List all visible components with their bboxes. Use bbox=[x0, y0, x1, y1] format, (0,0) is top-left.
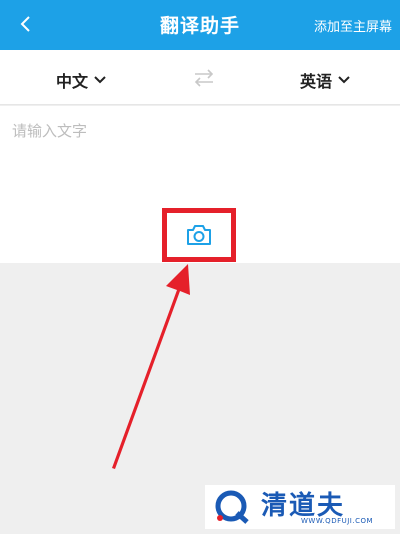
swap-arrows-icon bbox=[194, 69, 214, 87]
camera-icon bbox=[187, 225, 211, 245]
chevron-down-icon bbox=[338, 76, 350, 84]
text-input-area[interactable]: 请输入文字 bbox=[0, 106, 400, 263]
watermark-url: WWW.QDFUJI.COM bbox=[301, 517, 374, 525]
target-language-select[interactable]: 英语 bbox=[300, 68, 350, 92]
source-language-label: 中文 bbox=[56, 72, 89, 91]
app-header: 翻译助手 添加至主屏幕 bbox=[0, 0, 400, 50]
camera-button[interactable] bbox=[162, 208, 236, 262]
text-input-placeholder: 请输入文字 bbox=[12, 122, 88, 140]
watermark-logo-icon bbox=[215, 490, 249, 524]
language-bar: 中文 英语 bbox=[0, 50, 400, 105]
chevron-down-icon bbox=[94, 76, 106, 84]
target-language-label: 英语 bbox=[300, 72, 333, 91]
source-language-select[interactable]: 中文 bbox=[56, 68, 106, 92]
add-to-home-screen-button[interactable]: 添加至主屏幕 bbox=[314, 16, 392, 35]
watermark: 清道夫 WWW.QDFUJI.COM bbox=[205, 485, 395, 529]
swap-languages-button[interactable] bbox=[193, 68, 215, 88]
